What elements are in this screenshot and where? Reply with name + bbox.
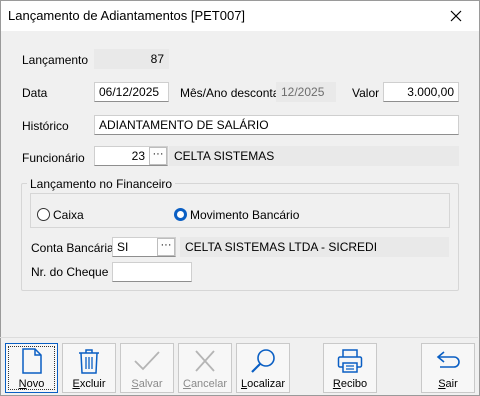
historico-field[interactable]: ADIANTAMENTO DE SALÁRIO	[94, 115, 459, 135]
localizar-button[interactable]: Localizar	[236, 343, 290, 393]
radio-movimento-bancario[interactable]	[174, 208, 187, 221]
sair-accel: S	[438, 378, 446, 390]
lancamento-field: 87	[94, 49, 169, 69]
valor-label: Valor	[352, 86, 380, 100]
recibo-button[interactable]: Recibo	[323, 343, 377, 393]
funcionario-label: Funcionário	[22, 151, 85, 165]
printer-icon	[337, 349, 363, 373]
data-field[interactable]: 06/12/2025	[94, 82, 169, 102]
localizar-label: ocalizar	[247, 378, 286, 390]
historico-label: Histórico	[22, 119, 69, 133]
recibo-accel: R	[332, 378, 341, 390]
close-icon	[450, 10, 462, 22]
new-document-icon	[21, 348, 42, 374]
title-bar: Lançamento de Adiantamentos [PET007]	[1, 1, 479, 31]
nr-cheque-field[interactable]	[112, 262, 192, 282]
excluir-accel: E	[72, 378, 80, 390]
funcionario-lookup-button[interactable]: ···	[149, 147, 167, 165]
conta-bancaria-label: Conta Bancária	[31, 241, 114, 255]
nr-cheque-label: Nr. do Cheque	[31, 265, 109, 279]
radio-caixa[interactable]	[37, 208, 50, 221]
toolbar-separator	[0, 337, 478, 338]
cancelar-accel: C	[182, 378, 191, 390]
salvar-accel: S	[131, 378, 139, 390]
recibo-label: ecibo	[340, 378, 368, 390]
conta-bancaria-lookup-button[interactable]: ···	[157, 238, 175, 256]
cancelar-label: ancelar	[190, 378, 228, 390]
exit-arrow-icon	[436, 351, 460, 368]
excluir-label: xcluir	[79, 378, 106, 390]
novo-label: ovo	[26, 378, 45, 390]
lancamento-label: Lançamento	[22, 53, 89, 67]
valor-field[interactable]: 3.000,00	[383, 82, 459, 102]
cancelar-button[interactable]: Cancelar	[178, 343, 232, 393]
data-label: Data	[22, 86, 48, 100]
sair-button[interactable]: Sair	[421, 343, 475, 393]
window-title: Lançamento de Adiantamentos [PET007]	[8, 8, 246, 23]
financeiro-group-title: Lançamento no Financeiro	[27, 177, 176, 191]
search-icon	[251, 349, 275, 373]
radio-caixa-label[interactable]: Caixa	[53, 208, 84, 222]
check-icon	[134, 351, 160, 371]
close-button[interactable]	[433, 1, 479, 31]
radio-movimento-label[interactable]: Movimento Bancário	[190, 208, 299, 222]
salvar-label: alvar	[138, 378, 163, 390]
mes-ano-field: 12/2025	[276, 82, 336, 102]
mes-ano-label: Mês/Ano descontar	[180, 86, 284, 100]
sair-label: air	[445, 378, 458, 390]
excluir-button[interactable]: Excluir	[62, 343, 116, 393]
cancel-x-icon	[195, 350, 215, 372]
conta-bancaria-name-field: CELTA SISTEMAS LTDA - SICREDI	[180, 237, 449, 257]
trash-icon	[79, 349, 99, 374]
novo-button[interactable]: Novo	[5, 343, 58, 393]
salvar-button[interactable]: Salvar	[120, 343, 174, 393]
novo-accel: N	[18, 378, 27, 390]
funcionario-name-field: CELTA SISTEMAS	[169, 146, 459, 166]
